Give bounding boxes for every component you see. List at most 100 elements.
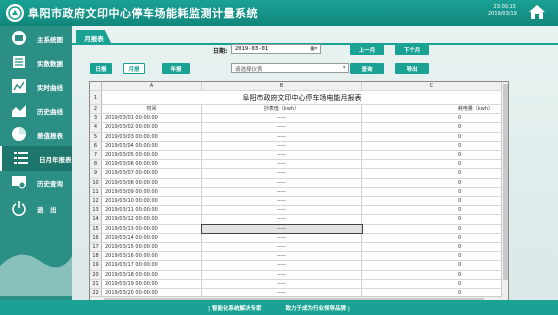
reading-cell[interactable]: -----: [202, 160, 362, 169]
time-cell[interactable]: 2019/03/17 00:00:00: [102, 261, 202, 270]
consumption-cell[interactable]: 0: [362, 261, 502, 270]
consumption-cell[interactable]: 0: [362, 206, 502, 215]
day-report-button[interactable]: 日报: [90, 63, 112, 74]
table-row[interactable]: 16 2019/03/14 00:00:00 ----- 0: [90, 233, 502, 243]
sidebar-item-realtime-data[interactable]: 实数数据: [0, 50, 72, 75]
reading-cell[interactable]: -----: [202, 243, 362, 252]
consumption-cell[interactable]: 0: [362, 270, 502, 279]
consumption-cell[interactable]: 0: [362, 224, 502, 233]
time-cell[interactable]: 2019/03/01 00:00:00: [102, 114, 202, 123]
consumption-cell[interactable]: 0: [362, 178, 502, 187]
sidebar-item-system-diagram[interactable]: 主系统图: [0, 26, 72, 51]
sidebar-item-realtime-curve[interactable]: 实时曲线: [0, 74, 72, 99]
consumption-cell[interactable]: 0: [362, 123, 502, 132]
table-row[interactable]: 18 2019/03/16 00:00:00 ----- 0: [90, 252, 502, 262]
reading-cell[interactable]: -----: [202, 215, 362, 224]
table-row[interactable]: 8 2019/03/06 00:00:00 ----- 0: [90, 160, 502, 170]
reading-cell[interactable]: -----: [202, 206, 362, 215]
vertical-scrollbar[interactable]: [501, 82, 508, 302]
sidebar-item-difference-report[interactable]: 差值报表: [0, 122, 72, 147]
table-row[interactable]: 17 2019/03/15 00:00:00 ----- 0: [90, 243, 502, 253]
export-button[interactable]: 导出: [395, 63, 429, 74]
time-cell[interactable]: 2019/03/09 00:00:00: [102, 187, 202, 196]
table-row[interactable]: 19 2019/03/17 00:00:00 ----- 0: [90, 261, 502, 271]
time-cell[interactable]: 2019/03/05 00:00:00: [102, 151, 202, 160]
report-grid[interactable]: A B C 1 阜阳市政府文印中心停车场电能月报表 2 时间 抄表值（kwh） …: [89, 81, 509, 303]
time-cell[interactable]: 2019/03/16 00:00:00: [102, 252, 202, 261]
reading-cell[interactable]: -----: [202, 187, 362, 196]
reading-cell[interactable]: -----: [202, 178, 362, 187]
table-row[interactable]: 5 2019/03/03 00:00:00 ----- 0: [90, 132, 502, 142]
table-row[interactable]: 15 2019/03/13 00:00:00 ----- 0: [90, 223, 502, 234]
time-cell[interactable]: 2019/03/02 00:00:00: [102, 123, 202, 132]
time-cell[interactable]: 2019/03/14 00:00:00: [102, 233, 202, 242]
reading-cell[interactable]: -----: [202, 261, 362, 270]
consumption-cell[interactable]: 0: [362, 215, 502, 224]
date-field[interactable]: 2019-03-01 ▦▾: [231, 44, 321, 54]
next-month-button[interactable]: 下个月: [395, 44, 429, 55]
time-cell[interactable]: 2019/03/10 00:00:00: [102, 197, 202, 206]
sidebar-item-label: 差值报表: [37, 132, 63, 140]
prev-month-button[interactable]: 上一月: [350, 44, 384, 55]
sidebar-item-day-month-year-report[interactable]: 日月年报表: [0, 146, 72, 171]
consumption-cell[interactable]: 0: [362, 169, 502, 178]
consumption-cell[interactable]: 0: [362, 243, 502, 252]
time-cell[interactable]: 2019/03/19 00:00:00: [102, 279, 202, 288]
table-row[interactable]: 6 2019/03/04 00:00:00 ----- 0: [90, 141, 502, 151]
reading-cell[interactable]: -----: [202, 197, 362, 206]
consumption-cell[interactable]: 0: [362, 114, 502, 123]
time-cell[interactable]: 2019/03/04 00:00:00: [102, 141, 202, 150]
query-button[interactable]: 查询: [350, 63, 384, 74]
reading-cell[interactable]: -----: [202, 252, 362, 261]
time-cell[interactable]: 2019/03/08 00:00:00: [102, 178, 202, 187]
time-cell[interactable]: 2019/03/03 00:00:00: [102, 132, 202, 141]
table-row[interactable]: 11 2019/03/09 00:00:00 ----- 0: [90, 187, 502, 197]
reading-cell[interactable]: -----: [202, 114, 362, 123]
time-cell[interactable]: 2019/03/18 00:00:00: [102, 270, 202, 279]
consumption-cell[interactable]: 0: [362, 279, 502, 288]
consumption-cell[interactable]: 0: [362, 141, 502, 150]
consumption-cell[interactable]: 0: [362, 187, 502, 196]
reading-cell[interactable]: -----: [202, 123, 362, 132]
reading-cell[interactable]: -----: [202, 132, 362, 141]
meter-select[interactable]: 请选择仪表 ▾: [231, 63, 349, 73]
reading-cell[interactable]: -----: [202, 141, 362, 150]
scrollbar-thumb[interactable]: [503, 84, 508, 280]
table-row[interactable]: 14 2019/03/12 00:00:00 ----- 0: [90, 215, 502, 225]
table-row[interactable]: 13 2019/03/11 00:00:00 ----- 0: [90, 206, 502, 216]
table-row[interactable]: 21 2019/03/19 00:00:00 ----- 0: [90, 279, 502, 289]
month-report-button[interactable]: 月报: [123, 63, 145, 74]
table-row[interactable]: 9 2019/03/07 00:00:00 ----- 0: [90, 169, 502, 179]
tab-monthly-report[interactable]: 月报表: [76, 30, 112, 45]
table-row[interactable]: 10 2019/03/08 00:00:00 ----- 0: [90, 178, 502, 188]
reading-cell[interactable]: -----: [202, 151, 362, 160]
consumption-cell[interactable]: 0: [362, 151, 502, 160]
reading-cell[interactable]: -----: [202, 233, 362, 242]
table-row[interactable]: 12 2019/03/10 00:00:00 ----- 0: [90, 197, 502, 207]
reading-cell[interactable]: -----: [201, 223, 363, 234]
sidebar-item-exit[interactable]: 退 出: [0, 196, 72, 221]
reading-cell[interactable]: -----: [202, 270, 362, 279]
table-row[interactable]: 3 2019/03/01 00:00:00 ----- 0: [90, 114, 502, 124]
consumption-cell[interactable]: 0: [362, 197, 502, 206]
time-cell[interactable]: 2019/03/15 00:00:00: [102, 243, 202, 252]
time-cell[interactable]: 2019/03/06 00:00:00: [102, 160, 202, 169]
home-icon[interactable]: [528, 4, 546, 20]
sidebar-item-history-curve[interactable]: 历史曲线: [0, 98, 72, 123]
reading-cell[interactable]: -----: [202, 169, 362, 178]
consumption-cell[interactable]: 0: [362, 252, 502, 261]
consumption-cell[interactable]: 0: [362, 160, 502, 169]
table-row[interactable]: 20 2019/03/18 00:00:00 ----- 0: [90, 270, 502, 280]
table-row[interactable]: 7 2019/03/05 00:00:00 ----- 0: [90, 151, 502, 161]
sidebar-item-history-query[interactable]: 历史查询: [0, 170, 72, 195]
consumption-cell[interactable]: 0: [362, 233, 502, 242]
calendar-dropdown-icon[interactable]: ▦▾: [311, 45, 318, 52]
time-cell[interactable]: 2019/03/07 00:00:00: [102, 169, 202, 178]
reading-cell[interactable]: -----: [202, 279, 362, 288]
time-cell[interactable]: 2019/03/13 00:00:00: [102, 224, 202, 233]
table-row[interactable]: 4 2019/03/02 00:00:00 ----- 0: [90, 123, 502, 133]
consumption-cell[interactable]: 0: [362, 132, 502, 141]
time-cell[interactable]: 2019/03/12 00:00:00: [102, 215, 202, 224]
year-report-button[interactable]: 年报: [162, 63, 190, 74]
time-cell[interactable]: 2019/03/11 00:00:00: [102, 206, 202, 215]
